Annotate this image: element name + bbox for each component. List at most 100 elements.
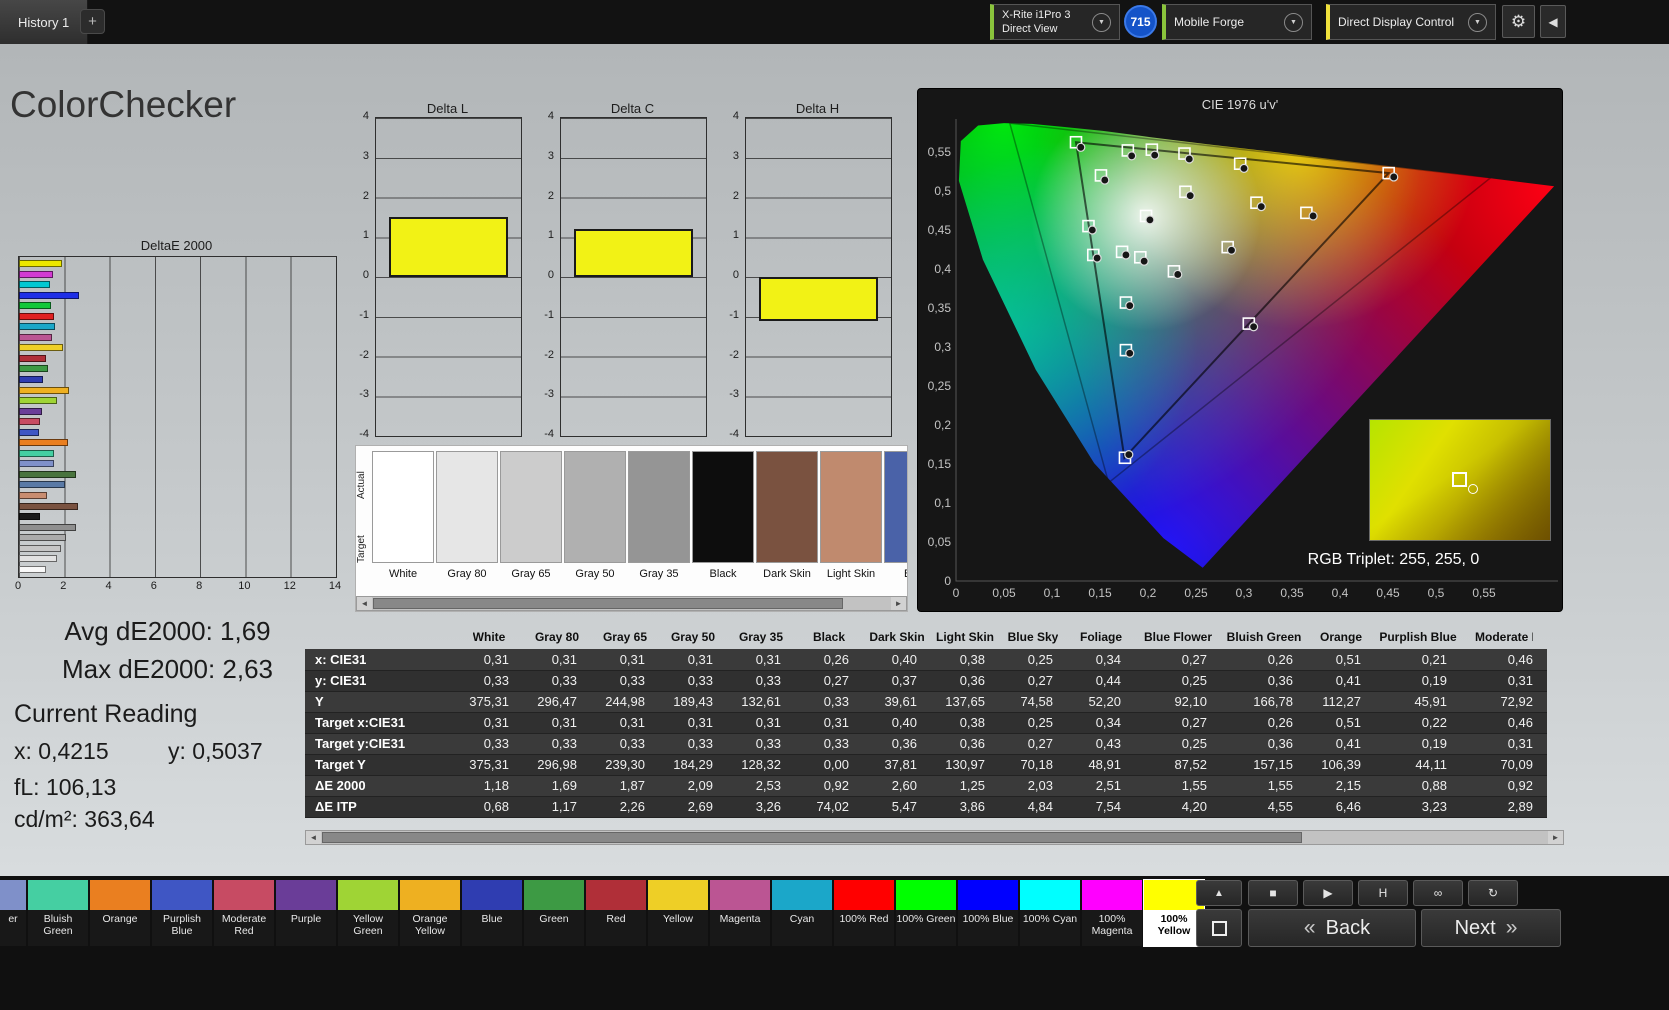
svg-text:0,45: 0,45: [1376, 586, 1400, 600]
patch-100-yellow[interactable]: 100% Yellow: [1143, 879, 1205, 947]
swatch-white: White: [372, 451, 434, 601]
table-cell: 0,31: [823, 715, 849, 730]
table-cell: 0,40: [891, 715, 917, 730]
swatch-gray-65: Gray 65: [500, 451, 562, 601]
meter-count-badge[interactable]: 715: [1124, 5, 1157, 38]
pattern-window-button[interactable]: [1196, 909, 1242, 947]
next-button[interactable]: Next »: [1421, 909, 1561, 947]
patch-100-blue[interactable]: 100% Blue: [958, 880, 1018, 946]
patch-color: [214, 880, 274, 910]
reading-x: x: 0,4215: [14, 738, 109, 764]
scroll-left-icon[interactable]: ◄: [306, 831, 321, 844]
delta-c-chart: Delta C 4 3 2 1 0 -1 -2 -3 -4: [537, 101, 709, 461]
back-label: Back: [1325, 916, 1371, 939]
table-cell: 70,09: [1500, 757, 1533, 772]
patch-bluish-green[interactable]: Bluish Green: [28, 880, 88, 946]
patch-orange-yellow[interactable]: Orange Yellow: [400, 880, 460, 946]
table-cell: 375,31: [469, 757, 509, 772]
patch-yellow[interactable]: Yellow: [648, 880, 708, 946]
patch-color: [896, 880, 956, 910]
table-cell: 137,65: [945, 694, 985, 709]
patch-100-red[interactable]: 100% Red: [834, 880, 894, 946]
patch-red[interactable]: Red: [586, 880, 646, 946]
table-scroll-thumb[interactable]: [322, 832, 1302, 843]
swatch-scroll-thumb[interactable]: [373, 598, 843, 609]
patch-yellow-green[interactable]: Yellow Green: [338, 880, 398, 946]
patch-green[interactable]: Green: [524, 880, 584, 946]
svg-text:0,55: 0,55: [1472, 586, 1496, 600]
table-cell: 0,46: [1507, 651, 1533, 667]
table-cell: 132,61: [741, 694, 781, 709]
scroll-right-icon[interactable]: ►: [1548, 831, 1563, 844]
patch-er[interactable]: er: [0, 880, 26, 946]
patch-magenta[interactable]: Magenta: [710, 880, 770, 946]
continuous-button[interactable]: ∞: [1413, 880, 1463, 906]
swatch-strip: Actual Target White Gray 80 Gray 65 Gray 50…: [355, 445, 908, 612]
table-cell: 92,10: [1174, 694, 1207, 709]
table-row: ΔE ITP 0,68 1,17 2,26 2,69 3,26 74,02 5,47 3,86 4…: [305, 796, 1547, 817]
deltae-bar: [19, 344, 64, 352]
table-cell: 166,78: [1253, 694, 1293, 709]
patch-orange[interactable]: Orange: [90, 880, 150, 946]
chevron-down-icon[interactable]: ▼: [1468, 12, 1487, 32]
add-tab-button[interactable]: +: [80, 9, 105, 34]
display-control-button[interactable]: Direct Display Control ▼: [1326, 4, 1496, 40]
patch-blue[interactable]: Blue: [462, 880, 522, 946]
back-button[interactable]: « Back: [1248, 909, 1416, 947]
swatch-scrollbar[interactable]: ◄ ►: [356, 596, 907, 611]
svg-text:0,15: 0,15: [1088, 586, 1112, 600]
chevron-down-icon[interactable]: ▼: [1284, 12, 1303, 32]
patch-purple[interactable]: Purple: [276, 880, 336, 946]
delta-h-chart: Delta H 4 3 2 1 0 -1 -2 -3 -4: [722, 101, 894, 461]
deltae-bar: [19, 260, 63, 267]
loop-button[interactable]: ↻: [1468, 880, 1518, 906]
patch-cyan[interactable]: Cyan: [772, 880, 832, 946]
scroll-right-icon[interactable]: ►: [891, 597, 906, 610]
deltae-bar: [19, 439, 68, 447]
patch-row: er Bluish Green Orange Purplish Blue Moderat…: [0, 879, 1205, 947]
deltae-bar: [19, 376, 43, 384]
pattern-source-button[interactable]: Mobile Forge ▼: [1162, 4, 1312, 40]
scroll-patches-up-button[interactable]: ▲: [1196, 880, 1242, 906]
cie-measured-point: [1127, 151, 1137, 161]
deltae-bar: [19, 502, 78, 510]
frame-button[interactable]: H: [1358, 880, 1408, 906]
patch-color: [710, 880, 770, 910]
tab-history[interactable]: History 1: [0, 0, 89, 44]
svg-text:0,3: 0,3: [934, 340, 951, 354]
svg-text:0,15: 0,15: [928, 457, 952, 471]
patch-100-magenta[interactable]: 100% Magenta: [1082, 880, 1142, 946]
swatch-label: Black: [709, 568, 737, 580]
patch-100-cyan[interactable]: 100% Cyan: [1020, 880, 1080, 946]
table-cell: 0,31: [619, 715, 645, 730]
patch-purplish-blue[interactable]: Purplish Blue: [152, 880, 212, 946]
svg-text:0,2: 0,2: [1140, 586, 1157, 600]
patch-moderate-red[interactable]: Moderate Red: [214, 880, 274, 946]
scroll-left-icon[interactable]: ◄: [357, 597, 372, 610]
meter-select-button[interactable]: X-Rite i1Pro 3 Direct View ▼: [990, 4, 1120, 40]
stop-button[interactable]: ■: [1248, 880, 1298, 906]
cie-zoom-inset: [1369, 419, 1551, 541]
collapse-panel-button[interactable]: ◀: [1540, 5, 1566, 38]
table-cell: 4,20: [1181, 799, 1207, 814]
patch-label: Cyan: [789, 913, 815, 925]
swatch-label: Dark Skin: [763, 568, 811, 580]
deltae-chart-title: DeltaE 2000: [140, 238, 213, 253]
cie-measured-point: [1184, 154, 1194, 164]
swatch-row: White Gray 80 Gray 65 Gray 50 Gray 35 Black Da…: [372, 451, 907, 601]
delta-y-tick: -2: [359, 348, 369, 361]
row-label: x: CIE31: [315, 651, 367, 667]
table-scrollbar[interactable]: ◄ ►: [305, 830, 1564, 845]
patch-100-green[interactable]: 100% Green: [896, 880, 956, 946]
chevron-down-icon[interactable]: ▼: [1092, 12, 1111, 32]
svg-text:0,25: 0,25: [928, 379, 952, 393]
play-icon: ▶: [1323, 886, 1333, 900]
svg-text:0,4: 0,4: [1332, 586, 1349, 600]
play-button[interactable]: ▶: [1303, 880, 1353, 906]
table-row: x: CIE31 0,31 0,31 0,31 0,31 0,31 0,26 0,40 0,38…: [305, 649, 1547, 670]
delta-y-tick: 1: [362, 229, 369, 242]
table-cell: 112,27: [1322, 694, 1361, 709]
patch-label: Purple: [290, 913, 322, 925]
settings-button[interactable]: ⚙: [1502, 5, 1535, 38]
delta-y-tick: 3: [547, 149, 554, 162]
